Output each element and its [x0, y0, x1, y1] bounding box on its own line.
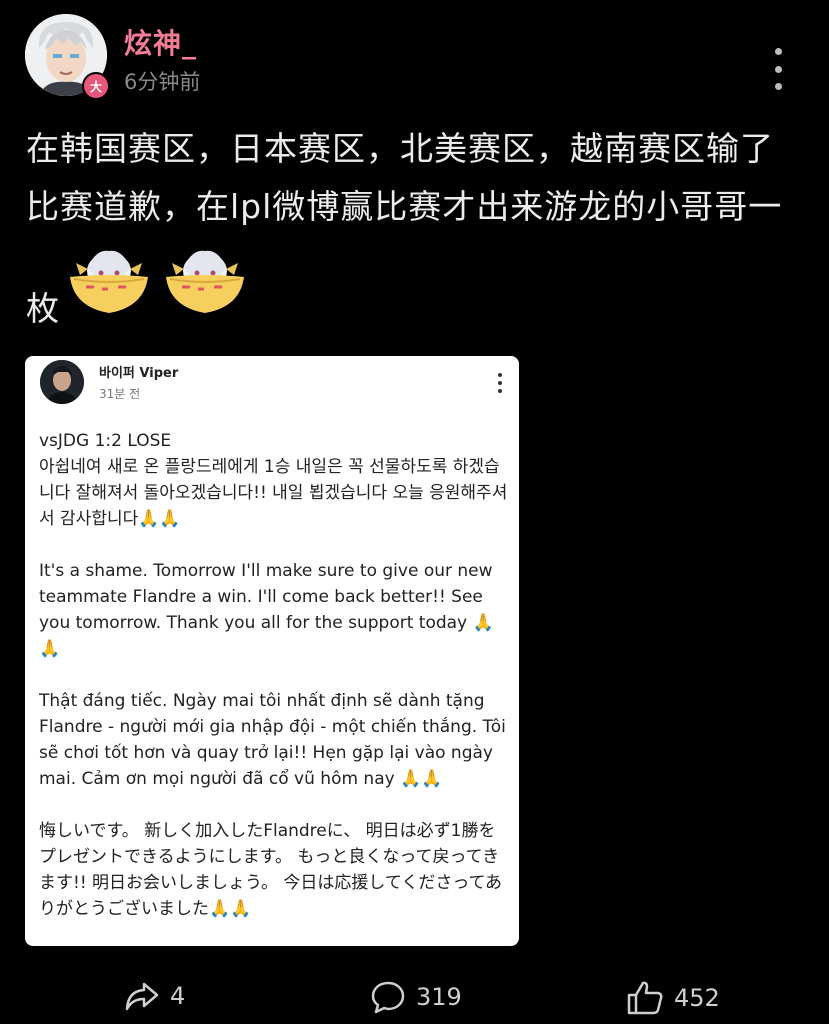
- card-more-icon: [497, 373, 503, 393]
- level-badge: 大: [82, 72, 110, 100]
- post-time: 6分钟前: [124, 70, 201, 94]
- comment-count: 319: [416, 983, 462, 1011]
- card-post-time: 31분 전: [99, 387, 141, 401]
- comment-icon: [371, 981, 405, 1014]
- share-count: 4: [170, 982, 186, 1010]
- username[interactable]: 炫神_: [124, 22, 197, 62]
- embedded-post-image[interactable]: 바이퍼 Viper 31분 전 vsJDG 1:2 LOSE 아쉽네여 새로 온…: [25, 356, 519, 946]
- like-button[interactable]: 452: [626, 980, 720, 1016]
- like-count: 452: [674, 984, 720, 1012]
- post-text: 在韩国赛区，日本赛区，北美赛区，越南赛区输了比赛道歉，在lpl微博赢比赛才出来游…: [26, 129, 783, 226]
- card-author-name: 바이퍼 Viper: [99, 366, 179, 381]
- card-avatar: [40, 360, 84, 404]
- share-button[interactable]: 4: [124, 980, 185, 1012]
- card-paragraph-english: It's a shame. Tomorrow I'll make sure to…: [39, 561, 498, 659]
- card-paragraph-korean: vsJDG 1:2 LOSE 아쉽네여 새로 온 플랑드레에게 1승 내일은 꼭…: [39, 431, 508, 529]
- card-body: vsJDG 1:2 LOSE 아쉽네여 새로 온 플랑드레에게 1승 내일은 꼭…: [39, 428, 511, 946]
- action-bar: 4 319 452: [0, 976, 829, 1020]
- noodle-bowl-girl-icon: [70, 250, 148, 313]
- comment-button[interactable]: 319: [370, 980, 462, 1014]
- noodle-bowl-girl-icon: [166, 250, 244, 313]
- card-paragraph-japanese: 悔しいです。 新しく加入したFlandreに、 明日は必ず1勝をプレゼントできる…: [39, 821, 503, 919]
- emoji-row: [66, 245, 248, 317]
- share-icon: [125, 982, 159, 1011]
- thumbs-up-icon: [627, 981, 663, 1015]
- more-options-icon[interactable]: [770, 48, 786, 90]
- post-text-tail: 枚: [26, 289, 59, 328]
- card-paragraph-vietnamese: Thật đáng tiếc. Ngày mai tôi nhất định s…: [39, 691, 512, 789]
